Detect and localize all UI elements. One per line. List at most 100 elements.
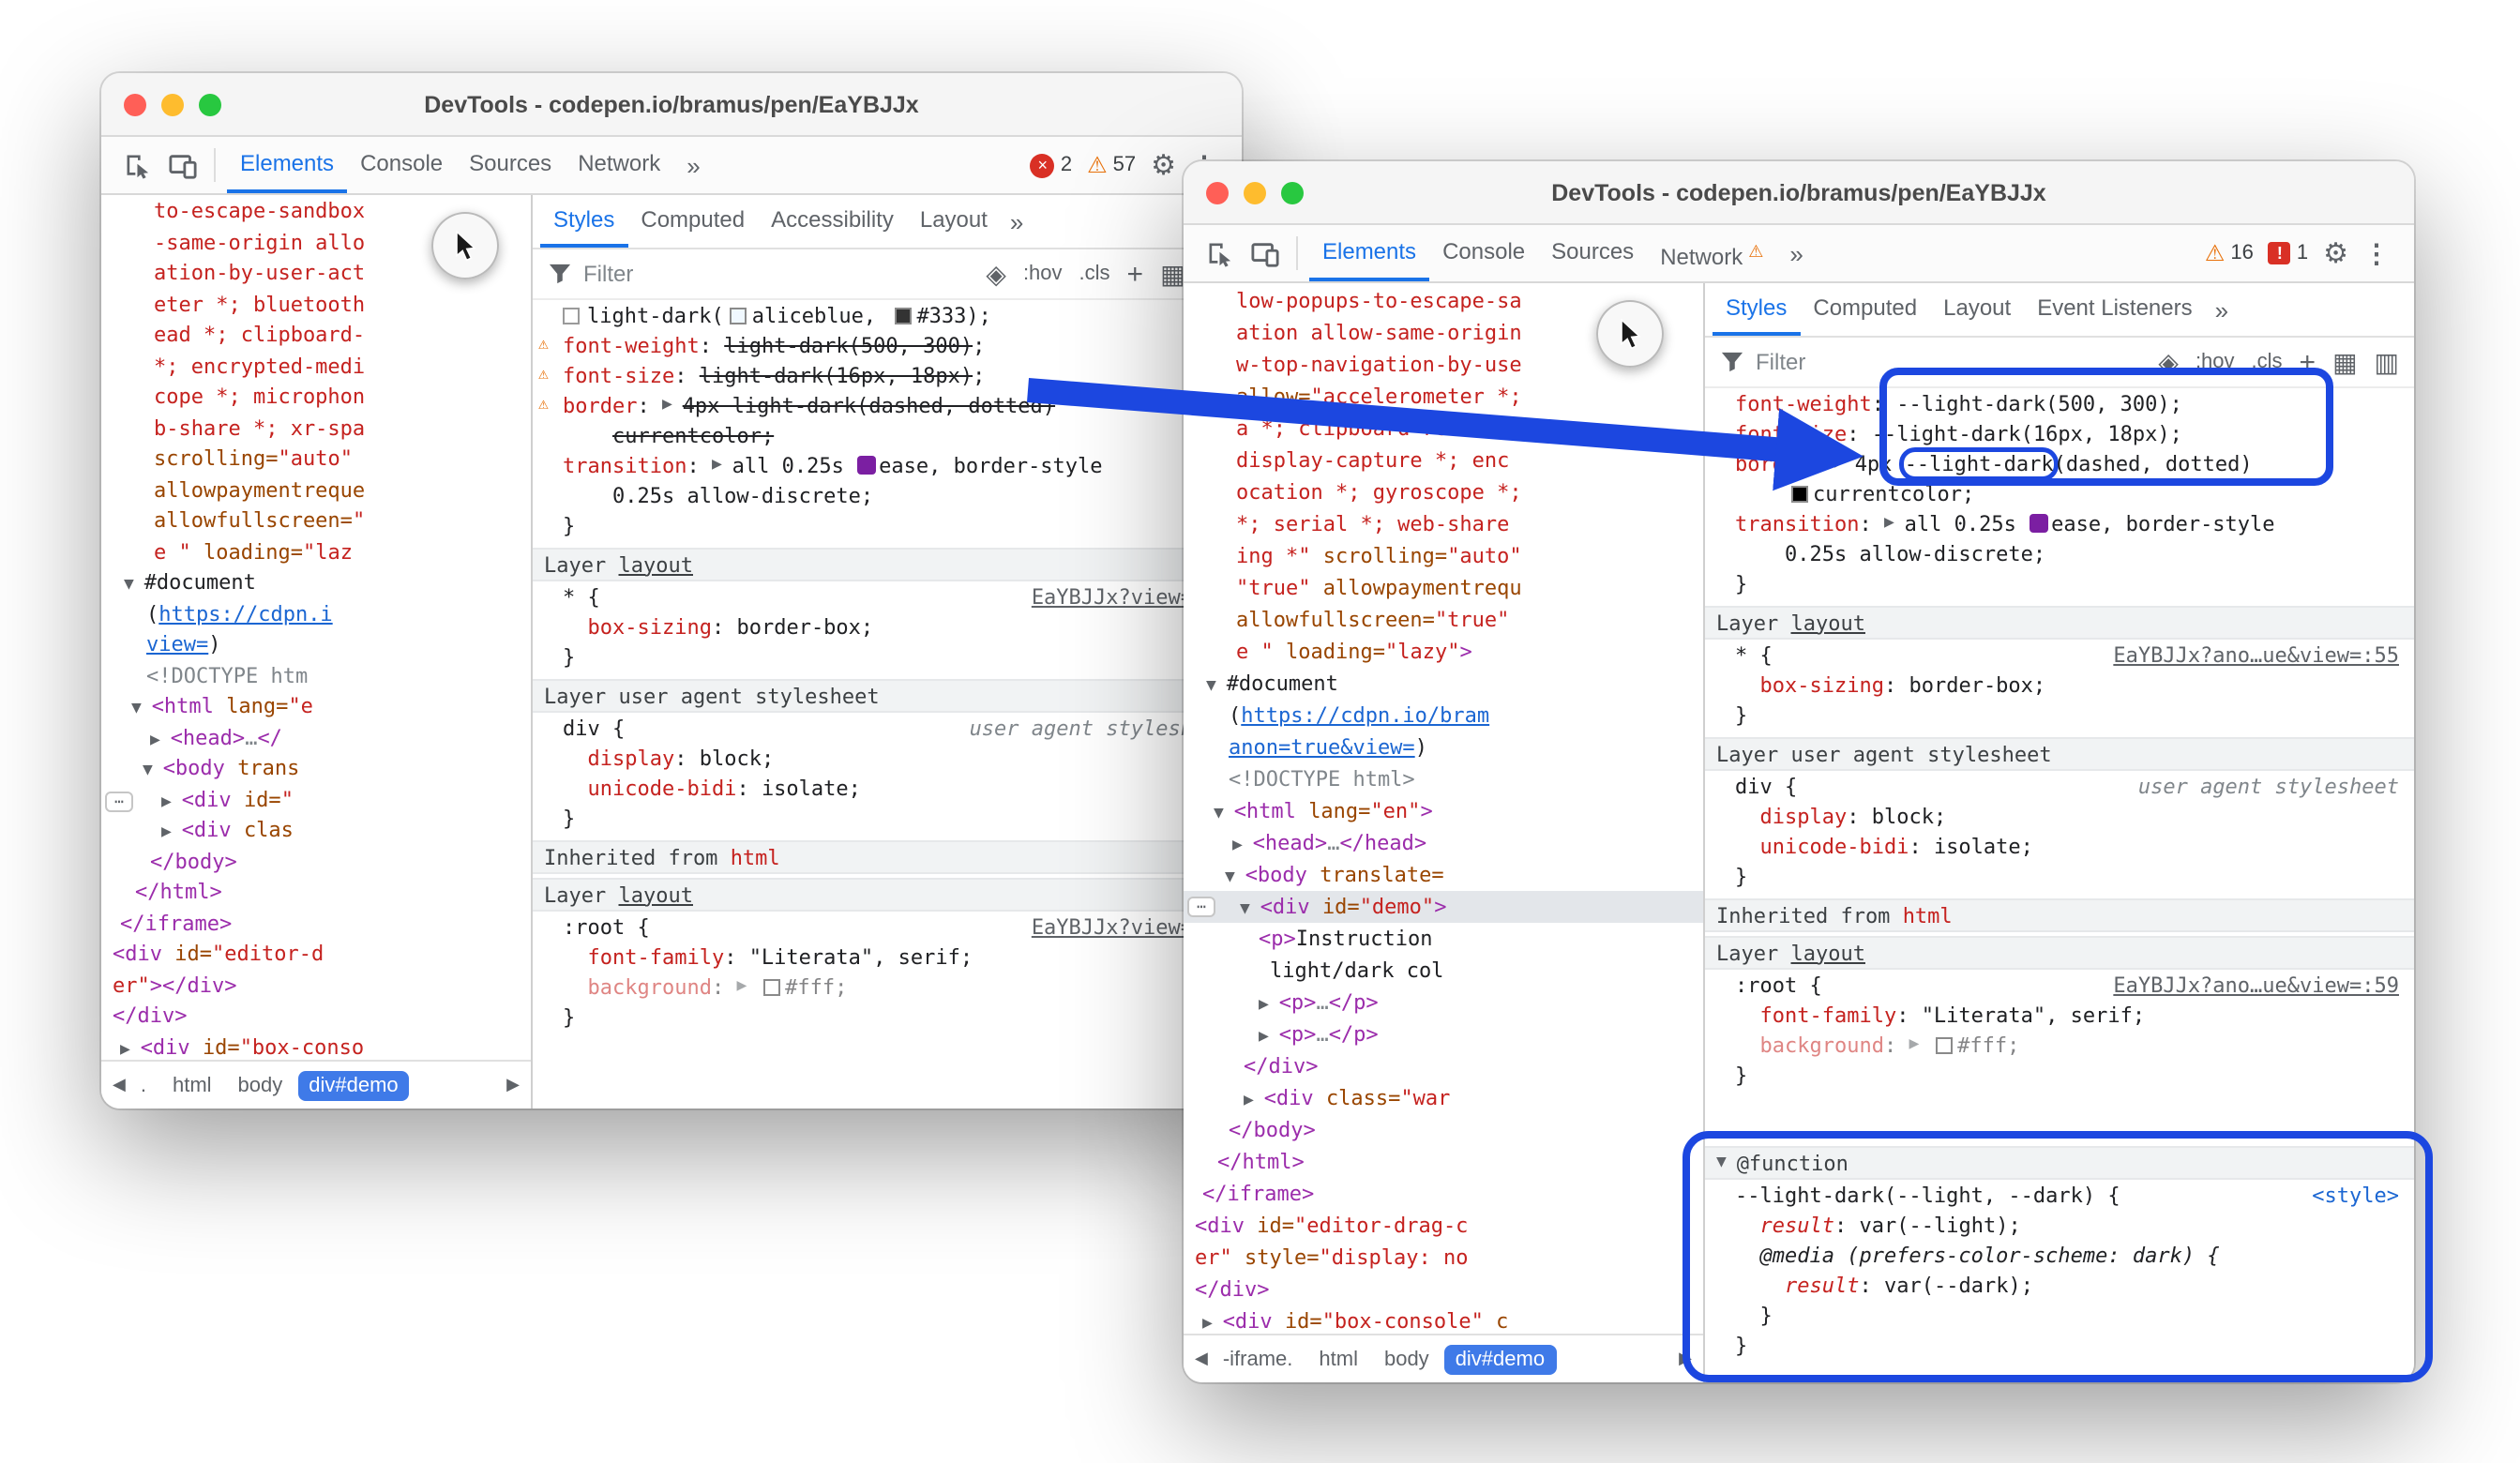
style-declaration-line[interactable]: :root {EaYBJJx?view= [533,912,1242,942]
style-declaration-line[interactable]: box-sizing: border-box; [533,611,1242,641]
style-declaration-line[interactable]: } [1705,568,2414,598]
dom-tree-node[interactable]: a *; clipboard-read *; [1184,413,1703,445]
style-declaration-line[interactable]: currentcolor; [1705,478,2414,508]
grid-icon[interactable]: ▦ [2332,346,2357,378]
color-swatch[interactable] [730,307,747,324]
dom-tree-node[interactable]: ▼ <html lang="en"> [1184,795,1703,827]
dom-tree-node[interactable]: ⋯▶ <div id=" [101,785,531,816]
style-declaration-line[interactable]: result: var(--dark); [1705,1270,2414,1300]
tab-computed[interactable]: Computed [627,195,758,248]
style-declaration-line[interactable]: } [533,510,1242,540]
easing-icon[interactable] [2029,514,2047,533]
dom-tree-node[interactable]: allowfullscreen=" [101,506,531,537]
tab-accessibility[interactable]: Accessibility [758,195,907,248]
style-declaration-line[interactable]: result: var(--light); [1705,1210,2414,1240]
filter-input[interactable]: Filter [583,261,633,287]
tab-network[interactable]: Network⚠ [1647,225,1776,281]
dom-tree-node[interactable]: ⋯▼ <div id="demo"> [1184,891,1703,923]
style-declaration-line[interactable]: ⚠font-weight: light-dark(500, 300); [533,330,1242,360]
grid-icon[interactable]: ▦ [1160,258,1185,290]
link[interactable]: anon=true&view= [1229,735,1415,760]
breadcrumb-[interactable]: . [129,1070,158,1100]
settings-gear-icon[interactable]: ⚙ [2323,236,2348,270]
breadcrumb-html[interactable]: html [1307,1344,1369,1374]
stylesheet-link[interactable]: EaYBJJx?ano…ue&view=:55 [2113,642,2414,667]
style-declaration-line[interactable]: * {EaYBJJx?view= [533,581,1242,611]
layers-icon[interactable]: ◈ [986,258,1006,290]
dom-tree-node[interactable]: ▼ #document [1184,668,1703,700]
dom-tree-node[interactable]: </body> [1184,1114,1703,1146]
computed-sidebar-toggle-icon[interactable]: ▥ [2375,346,2399,378]
dom-tree-node[interactable]: anon=true&view=) [1184,732,1703,763]
dom-tree-node[interactable]: allow="accelerometer *; [1184,381,1703,413]
style-declaration-line[interactable]: 0.25s allow-discrete; [1705,538,2414,568]
style-declaration-line[interactable]: font-family: "Literata", serif; [533,942,1242,972]
dom-tree-node[interactable]: er"></div> [101,971,531,1002]
dom-tree-node[interactable]: <!DOCTYPE htm [101,661,531,692]
dom-tree-node[interactable]: "true" allowpaymentrequ [1184,572,1703,604]
crumbs-scroll-right-icon[interactable]: ▶ [506,1075,520,1095]
dom-tree-node[interactable]: </div> [101,1002,531,1033]
style-declaration-line[interactable]: } [1705,861,2414,891]
inspect-element-icon[interactable] [116,144,158,186]
dom-tree-node[interactable]: allowpaymentreque [101,475,531,506]
dom-tree-node[interactable]: display-capture *; enc [1184,445,1703,476]
color-swatch[interactable] [894,307,911,324]
style-declaration-line[interactable]: } [533,641,1242,671]
dom-tree-node[interactable]: ocation *; gyroscope *; [1184,476,1703,508]
dom-tree-node[interactable]: ▶ <div class="war [1184,1082,1703,1114]
dom-tree-node[interactable]: (https://cdpn.io/bram [1184,700,1703,732]
link[interactable]: layout [1791,941,1866,965]
crumbs-scroll-left-icon[interactable]: ◀ [1195,1349,1208,1369]
device-toolbar-icon[interactable] [161,144,203,186]
more-tabs-chevron[interactable]: » [1780,239,1812,267]
warning-badge[interactable]: ⚠ 57 [1087,154,1136,176]
breadcrumb-div#demo[interactable]: div#demo [297,1070,409,1100]
dom-tree-node[interactable]: </html> [1184,1146,1703,1178]
dom-tree-node[interactable]: ing *" scrolling="auto" [1184,540,1703,572]
style-declaration-line[interactable]: } [533,1002,1242,1032]
tab-layout[interactable]: Layout [1930,283,2024,336]
device-toolbar-icon[interactable] [1244,233,1285,274]
tab-styles[interactable]: Styles [1713,283,1800,336]
link[interactable]: https://cdpn.i [158,601,332,626]
tab-elements[interactable]: Elements [1309,225,1429,281]
node-more-button[interactable]: ⋯ [1187,897,1215,917]
dom-tree-node[interactable]: ▶ <p>…</p> [1184,987,1703,1018]
dom-tree-node[interactable]: ▼ <body trans [101,754,531,785]
settings-gear-icon[interactable]: ⚙ [1151,148,1176,182]
dom-tree-node[interactable]: ▶ <div id="box-console" c [1184,1305,1703,1334]
layers-icon[interactable]: ◈ [2158,346,2179,378]
warning-badge[interactable]: ⚠ 16 [2205,242,2254,264]
dom-tree-node[interactable]: *; serial *; web-share [1184,508,1703,540]
class-toggle[interactable]: .cls [2252,351,2283,373]
dom-tree-node[interactable]: ▼ <body translate= [1184,859,1703,891]
easing-icon[interactable] [856,456,875,475]
more-tabs-chevron[interactable]: » [677,151,709,179]
tab-console[interactable]: Console [1429,225,1538,281]
filter-input[interactable]: Filter [1756,349,1805,375]
style-declaration-line[interactable]: transition: ▶ all 0.25s ease, border-sty… [1705,508,2414,538]
dom-tree-node[interactable]: ▼ #document [101,568,531,599]
devtools-window-front[interactable]: DevTools - codepen.io/bramus/pen/EaYBJJx… [1184,161,2414,1382]
dom-tree-node[interactable]: view=) [101,630,531,661]
dom-tree-node[interactable]: ▶ <div id="box-conso [101,1033,531,1060]
dom-tree-node[interactable]: ead *; clipboard- [101,321,531,352]
breadcrumb-html[interactable]: html [161,1070,223,1100]
more-tabs-chevron[interactable]: » [2206,295,2238,324]
pseudo-state-toggle[interactable]: :hov [2196,351,2235,373]
tab-event-listeners[interactable]: Event Listeners [2024,283,2205,336]
dom-tree-node[interactable]: ▶ <head>…</head> [1184,827,1703,859]
dom-tree-node[interactable]: ▼ <html lang="e [101,692,531,723]
style-declaration-line[interactable]: light-dark(aliceblue, #333); [533,300,1242,330]
pseudo-state-toggle[interactable]: :hov [1023,263,1063,285]
crumbs-scroll-left-icon[interactable]: ◀ [113,1075,126,1095]
stylesheet-link[interactable]: EaYBJJx?ano…ue&view=:59 [2113,973,2414,997]
style-declaration-line[interactable]: transition: ▶ all 0.25s ease, border-sty… [533,450,1242,480]
style-declaration-line[interactable]: * {EaYBJJx?ano…ue&view=:55 [1705,640,2414,670]
style-declaration-line[interactable]: } [1705,1300,2414,1330]
titlebar[interactable]: DevTools - codepen.io/bramus/pen/EaYBJJx [101,73,1242,137]
style-declaration-line[interactable]: } [533,803,1242,833]
crumbs-scroll-right-icon[interactable]: ▶ [1679,1349,1692,1369]
color-swatch[interactable] [1935,1036,1952,1053]
